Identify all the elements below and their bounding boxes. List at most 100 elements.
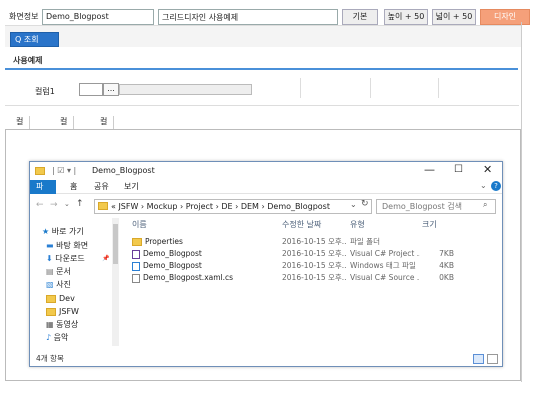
col1-input[interactable] [79,83,103,96]
file-date: 2016-10-15 오후... [282,237,346,246]
section-divider [5,68,518,70]
nav-label: 음악 [53,333,69,342]
column-header-size[interactable]: 크기 [422,218,437,232]
address-bar[interactable]: « JSFW › Mockup › Project › DE › DEM › D… [94,199,372,214]
item-count: 4개 항목 [36,354,64,363]
file-row[interactable]: Demo_Blogpost 2016-10-15 오후... Visual C#… [122,248,482,260]
document-icon: ▤ [46,267,57,276]
file-size: 0KB [439,273,454,282]
nav-item-dev[interactable]: Dev [46,293,75,305]
column-header-name[interactable]: 이름 [132,218,147,232]
minimize-icon[interactable]: — [424,163,435,176]
query-button[interactable]: Q 조회 [10,32,59,47]
form-divider [438,78,439,98]
width-plus-button[interactable]: 넓이 + 50 [432,9,476,25]
screen-info-label: 화면정보 [9,12,39,21]
ribbon-tabs: 파일 홈 공유 보기 ⌄ ? [30,180,502,204]
search-input[interactable]: Demo_Blogpost 검색 [376,199,496,214]
folder-icon [132,238,142,246]
explorer-title: Demo_Blogpost [92,166,155,175]
file-name: Properties [145,237,183,246]
folder-icon [35,167,45,175]
ribbon-tab-home[interactable]: 홈 [64,180,83,194]
nav-item-jsfw[interactable]: JSFW [46,306,79,318]
details-view-icon[interactable] [473,354,484,364]
grid-col1-header[interactable]: 컬럼1 [10,116,31,150]
desktop-icon: ▬ [46,241,57,250]
forward-icon[interactable]: → [50,200,58,210]
ribbon-tab-file[interactable]: 파일 [30,180,56,204]
grid-col3-header[interactable]: 컬럼3 [94,116,115,150]
recent-dropdown-icon[interactable]: ⌄ [64,200,70,208]
nav-label: 사진 [56,280,71,289]
query-area [5,25,521,47]
file-type: Windows 태그 파일 [350,261,416,270]
file-name: Demo_Blogpost [143,249,202,258]
address-dropdown-icon[interactable]: ⌄ [350,200,357,209]
file-row[interactable]: Demo_Blogpost.xaml.cs 2016-10-15 오후... V… [122,272,482,284]
navigation-pane: ★ 바로 가기 ▬ 바탕 화면 ⬇ 다운로드 ▤ 문서 ▧ 사진 Dev JSF… [30,218,120,348]
large-icons-view-icon[interactable] [487,354,498,364]
ribbon-expand-icon[interactable]: ⌄ [480,181,487,190]
nav-label: 동영상 [56,320,79,329]
frame-border [521,22,522,382]
ribbon-tab-view[interactable]: 보기 [118,180,145,194]
ribbon-tab-share[interactable]: 공유 [88,180,115,194]
help-icon[interactable]: ? [491,181,501,191]
pin-icon[interactable]: 📌 [102,255,109,262]
address-folder-icon [98,202,108,210]
file-size: 4KB [439,261,454,270]
folder-icon [46,294,56,303]
height-plus-button[interactable]: 높이 + 50 [384,9,428,25]
refresh-icon[interactable]: ↻ [361,199,369,209]
pictures-icon: ▧ [46,280,57,289]
file-date: 2016-10-15 오후... [282,273,346,282]
back-icon[interactable]: ← [36,200,44,210]
search-icon[interactable]: ⌕ [483,200,487,210]
maximize-icon[interactable]: ☐ [454,164,463,175]
address-path: « JSFW › Mockup › Project › DE › DEM › D… [111,202,330,211]
basic-button[interactable]: 기본 [342,9,378,25]
form-divider [300,78,301,98]
explorer-titlebar: | ☑ ▾ | Demo_Blogpost — ☐ ✕ [30,162,502,180]
column-header-type[interactable]: 유형 [350,218,365,232]
video-icon: ▦ [46,320,57,329]
nav-item-videos[interactable]: ▦ 동영상 [46,319,78,331]
file-row[interactable]: Demo_Blogpost 2016-10-15 오후... Windows 태… [122,260,482,272]
nav-item-pictures[interactable]: ▧ 사진 [46,279,71,291]
nav-item-music[interactable]: ♪ 음악 [46,332,68,344]
nav-quick-access[interactable]: ★ 바로 가기 [42,226,84,238]
source-file-icon [132,273,140,283]
nav-scroll-thumb[interactable] [113,224,118,264]
section-title: 사용예제 [13,56,43,65]
nav-item-documents[interactable]: ▤ 문서 [46,266,71,278]
nav-label: JSFW [59,307,79,316]
file-date: 2016-10-15 오후... [282,261,346,270]
file-explorer-window: | ☑ ▾ | Demo_Blogpost — ☐ ✕ 파일 홈 공유 보기 ⌄… [29,161,503,367]
file-type: Visual C# Source ... [350,273,420,282]
screen-desc-field[interactable]: 그리드디자인 사용예제 [158,9,338,25]
file-size: 7KB [439,249,454,258]
file-type: Visual C# Project ... [350,249,420,258]
file-list: 이름 수정한 날짜 유형 크기 Properties 2016-10-15 오후… [122,218,492,348]
col1-lookup-button[interactable]: ... [103,83,119,96]
nav-label: 바탕 화면 [56,241,89,250]
grid-col2-header[interactable]: 컬럼2 [54,116,75,150]
file-name: Demo_Blogpost.xaml.cs [143,273,234,282]
download-icon: ⬇ [46,254,56,263]
design-button[interactable]: 디자인 [480,9,530,25]
file-row[interactable]: Properties 2016-10-15 오후... 파일 폴더 [122,236,482,248]
quick-access-toolbar[interactable]: | ☑ ▾ | [52,166,76,175]
folder-icon [46,307,56,316]
nav-scrollbar[interactable] [112,218,119,346]
nav-label: Dev [59,294,75,303]
nav-item-downloads[interactable]: ⬇ 다운로드 [46,253,85,265]
nav-item-desktop[interactable]: ▬ 바탕 화면 [46,240,88,252]
status-bar: 4개 항목 [30,352,502,366]
file-type: 파일 폴더 [350,237,380,246]
screen-id-field[interactable]: Demo_Blogpost [42,9,154,25]
close-icon[interactable]: ✕ [483,163,492,176]
nav-label: 문서 [56,267,71,276]
column-header-date[interactable]: 수정한 날짜 [282,218,321,232]
up-icon[interactable]: ↑ [76,199,84,209]
